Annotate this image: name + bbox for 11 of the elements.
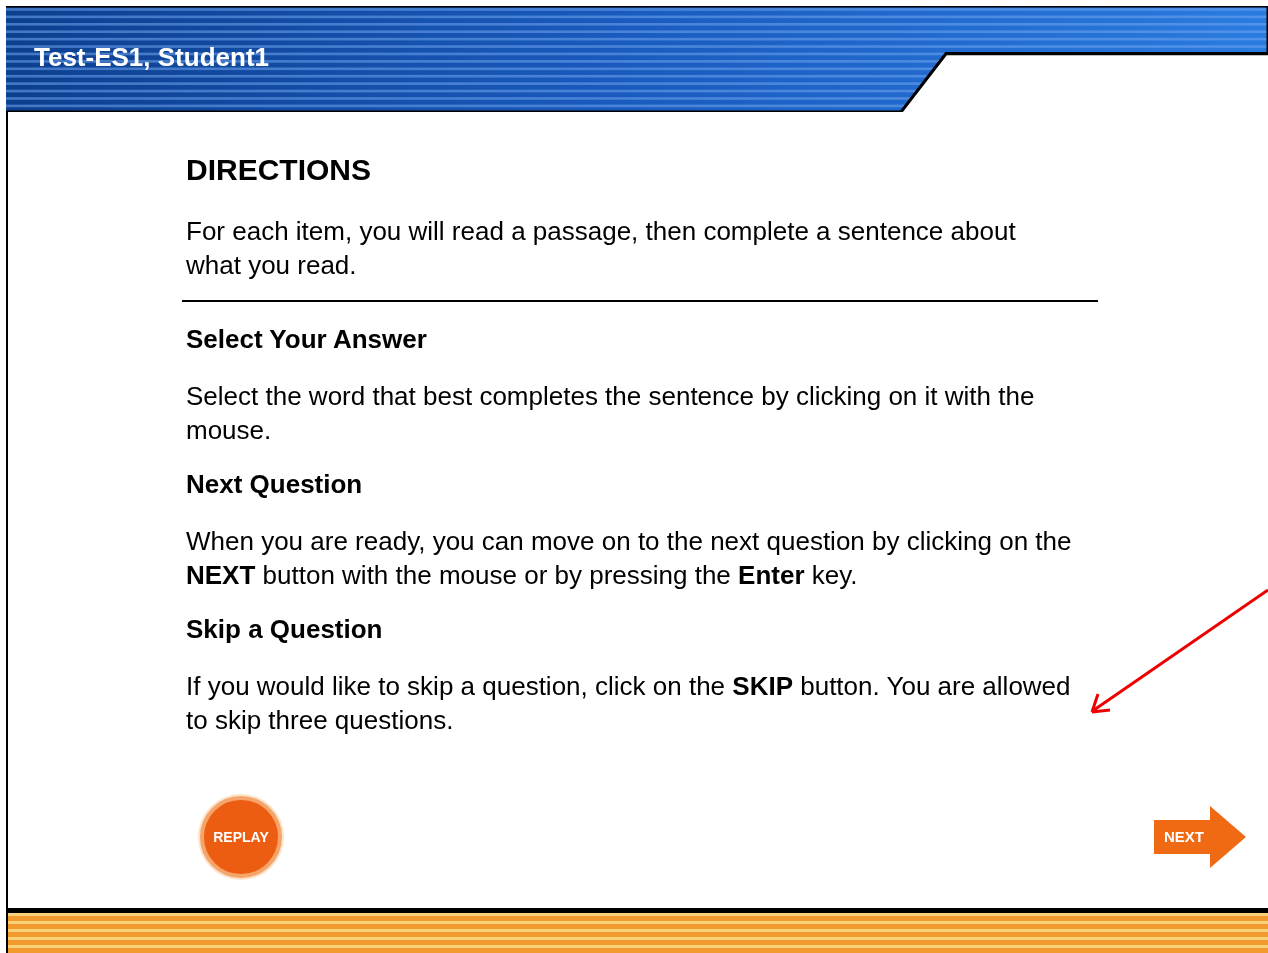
directions-text: For each item, you will read a passage, then complete a sentence about what you read.: [186, 215, 1017, 282]
window-title: Test-ES1, Student1: [34, 40, 269, 74]
section-heading: Select Your Answer: [186, 323, 427, 356]
section-text: Select the word that best completes the sentence by clicking on it with the mouse.: [186, 380, 1036, 447]
directions-heading: DIRECTIONS: [186, 152, 371, 188]
next-button[interactable]: NEXT: [1154, 806, 1246, 868]
section-heading: Next Question: [186, 468, 363, 501]
section-heading: Skip a Question: [186, 613, 383, 646]
section-text: When you are ready, you can move on to the next question by clicking on the NEXT button with the mouse or by pressing the Enter key.: [186, 525, 1073, 592]
section-text: If you would like to skip a question, click on the SKIP button. You are allowed to skip three questions.: [186, 670, 1072, 737]
replay-button[interactable]: REPLAY: [200, 796, 282, 878]
